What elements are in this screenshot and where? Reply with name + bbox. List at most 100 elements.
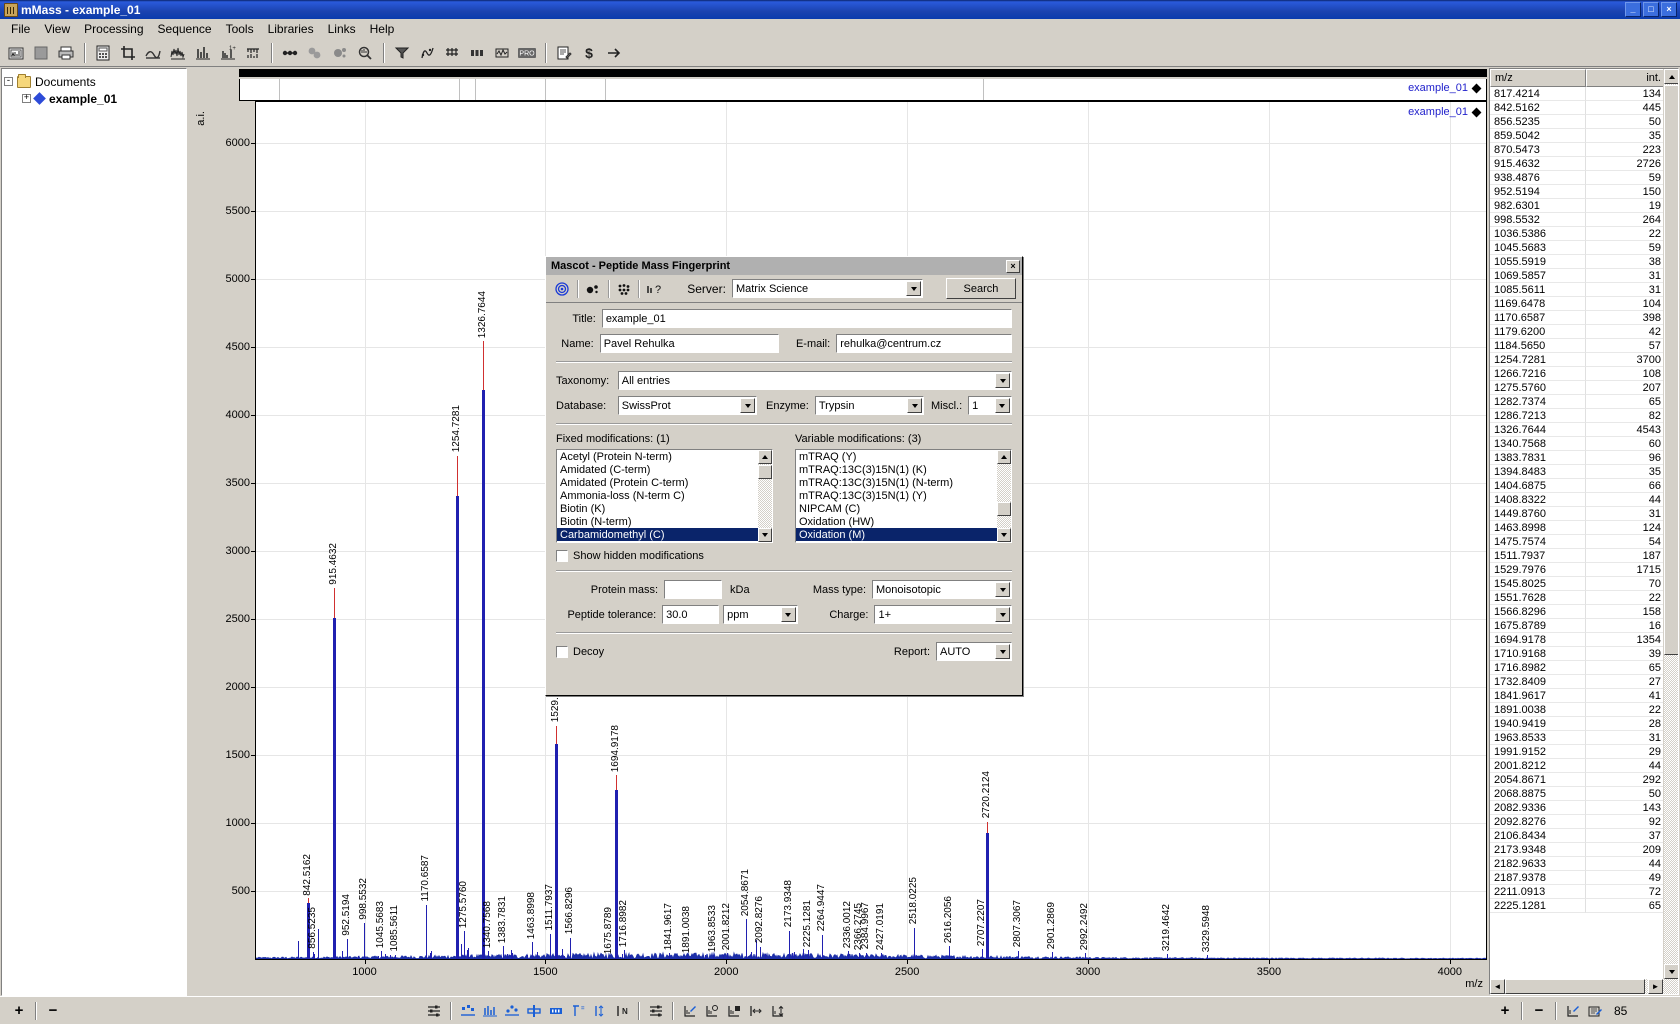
charge-combobox[interactable]: 1+ <box>874 605 1012 624</box>
mass-filter-icon[interactable] <box>390 41 414 65</box>
table-row[interactable]: 859.5042 35 <box>1490 129 1678 143</box>
table-row[interactable]: 998.5532 264 <box>1490 213 1678 227</box>
spectrum-peak[interactable] <box>342 950 344 959</box>
list-item[interactable]: mTRAQ:13C(3)15N(1) (K) <box>796 463 1011 476</box>
table-row[interactable]: 1545.8025 70 <box>1490 577 1678 591</box>
compare-icon[interactable] <box>490 41 514 65</box>
peak-notes-icon[interactable] <box>1584 1000 1606 1022</box>
spectrum-peak[interactable] <box>1167 953 1169 959</box>
spectrum-peak[interactable] <box>468 947 470 959</box>
remove-peak-button[interactable]: − <box>1528 1000 1550 1022</box>
envelope-fit-icon[interactable] <box>353 41 377 65</box>
tree-item-example-01[interactable]: + example_01 <box>4 90 184 107</box>
table-row[interactable]: 1085.5611 31 <box>1490 283 1678 297</box>
show-hidden-checkbox[interactable] <box>556 550 568 562</box>
spectrum-peak[interactable] <box>669 953 671 959</box>
scroll-up-button[interactable] <box>997 450 1011 464</box>
table-row[interactable]: 938.4876 59 <box>1490 171 1678 185</box>
fixed-mods-scrollbar[interactable] <box>758 450 772 542</box>
spectrum-tab-slot[interactable] <box>606 79 984 100</box>
enzyme-combobox[interactable]: Trypsin <box>814 396 925 415</box>
menu-libraries[interactable]: Libraries <box>261 20 321 38</box>
spectrum-peak[interactable] <box>536 951 538 959</box>
list-item[interactable]: mTRAQ:13C(3)15N(1) (Y) <box>796 489 1011 502</box>
list-properties-icon[interactable] <box>645 1000 667 1022</box>
peaks-icon[interactable] <box>479 1000 501 1022</box>
minimize-button[interactable]: _ <box>1625 2 1641 17</box>
ms-ms-ions-icon[interactable] <box>614 278 635 300</box>
chevron-down-icon[interactable] <box>994 398 1010 413</box>
scroll-down-button[interactable] <box>758 528 772 542</box>
table-row[interactable]: 1045.5683 59 <box>1490 241 1678 255</box>
table-row[interactable]: 1408.8322 44 <box>1490 493 1678 507</box>
chevron-down-icon[interactable] <box>740 398 756 413</box>
spectrum-peak[interactable] <box>364 923 365 959</box>
spectrum-peak[interactable] <box>822 934 824 959</box>
table-row[interactable]: 817.4214 134 <box>1490 87 1678 101</box>
scroll-down-button[interactable] <box>997 528 1011 542</box>
table-row[interactable]: 1055.5919 38 <box>1490 255 1678 269</box>
list-item[interactable]: Carbamidomethyl (C) <box>557 528 772 541</box>
print-icon[interactable] <box>54 41 78 65</box>
spectrum-peak[interactable] <box>464 930 466 959</box>
email-input[interactable]: rehulka@centrum.cz <box>836 334 1012 353</box>
fragment-icon[interactable] <box>465 41 489 65</box>
spectrum-peak[interactable] <box>431 951 433 959</box>
spectrum-peak[interactable] <box>764 953 766 959</box>
spectrum-peak[interactable] <box>789 930 791 959</box>
peptide-tolerance-unit-combobox[interactable]: ppm <box>723 605 798 624</box>
spectrum-peak[interactable] <box>759 946 761 959</box>
spectrum-peak[interactable] <box>358 956 360 959</box>
table-row[interactable]: 2106.8434 37 <box>1490 829 1678 843</box>
spectrum-peak[interactable] <box>569 937 571 959</box>
normalize-icon[interactable] <box>589 1000 611 1022</box>
table-row[interactable]: 2225.1281 65 <box>1490 899 1678 913</box>
spectrum-peak[interactable] <box>858 953 860 959</box>
table-row[interactable]: 952.5194 150 <box>1490 185 1678 199</box>
server-combobox[interactable]: Matrix Science <box>731 279 924 298</box>
menu-sequence[interactable]: Sequence <box>151 20 219 38</box>
menu-tools[interactable]: Tools <box>219 20 261 38</box>
spectrum-peak[interactable] <box>527 954 529 959</box>
spectrum-peak[interactable] <box>982 948 984 959</box>
chevron-down-icon[interactable] <box>906 281 922 296</box>
menu-links[interactable]: Links <box>321 20 363 38</box>
spectrum-peak[interactable] <box>802 949 804 959</box>
spectrum-peak[interactable] <box>532 942 534 959</box>
spectrum-peak[interactable] <box>313 954 315 959</box>
compounds-search-icon[interactable] <box>303 41 327 65</box>
spectrum-tab-slot[interactable] <box>460 79 476 100</box>
database-combobox[interactable]: SwissProt <box>617 396 758 415</box>
table-row[interactable]: 1404.6875 66 <box>1490 479 1678 493</box>
table-row[interactable]: 1511.7937 187 <box>1490 549 1678 563</box>
notes-icon[interactable] <box>552 41 576 65</box>
spectrum-tab-slot[interactable] <box>240 79 280 100</box>
spectrum-peak[interactable] <box>377 956 379 959</box>
chevron-down-icon[interactable] <box>907 398 923 413</box>
plot-legend[interactable]: example_01 <box>1408 106 1482 118</box>
chevron-down-icon[interactable] <box>995 582 1010 597</box>
table-row[interactable]: 2211.0913 72 <box>1490 885 1678 899</box>
spectrum-peak[interactable] <box>1085 953 1087 959</box>
table-row[interactable]: 2054.8671 292 <box>1490 773 1678 787</box>
spectrum-peak[interactable] <box>1207 954 1209 959</box>
report-combobox[interactable]: AUTO <box>936 642 1012 661</box>
table-row[interactable]: 1694.9178 1354 <box>1490 633 1678 647</box>
list-item[interactable]: Biotin (K) <box>557 502 772 515</box>
spectrum-peak[interactable] <box>426 904 428 959</box>
new-document-icon[interactable] <box>29 41 53 65</box>
taxonomy-combobox[interactable]: All entries <box>617 371 1012 390</box>
table-row[interactable]: 1179.6200 42 <box>1490 325 1678 339</box>
calibration-icon[interactable] <box>241 41 265 65</box>
table-row[interactable]: 1266.7216 108 <box>1490 367 1678 381</box>
digest-icon[interactable] <box>440 41 464 65</box>
scroll-thumb[interactable] <box>997 502 1011 516</box>
spectrum-peak[interactable] <box>723 955 725 959</box>
table-row[interactable]: 2082.9336 143 <box>1490 801 1678 815</box>
table-row[interactable]: 870.5473 223 <box>1490 143 1678 157</box>
spectrum-peak[interactable] <box>746 919 748 959</box>
width-icon[interactable] <box>745 1000 767 1022</box>
spectrum-peak[interactable] <box>609 956 611 959</box>
table-row[interactable]: 2173.9348 209 <box>1490 843 1678 857</box>
tree-expander-root[interactable]: - <box>4 77 13 86</box>
